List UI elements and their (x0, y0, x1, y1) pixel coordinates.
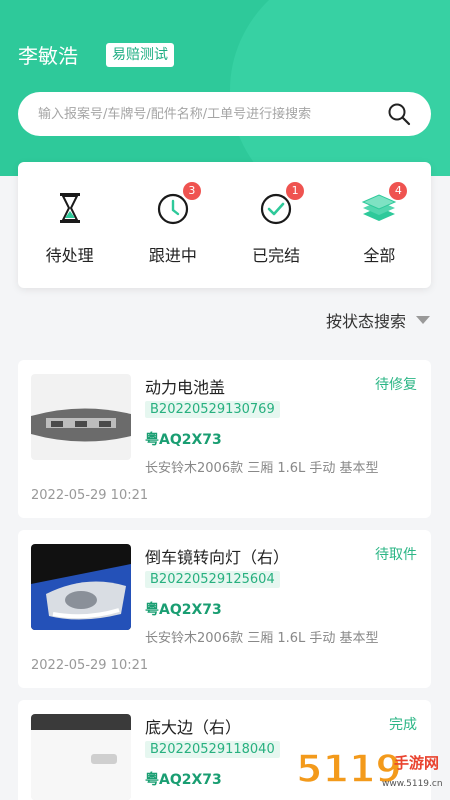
order-date: 2022-05-29 10:21 (31, 488, 149, 503)
part-image (31, 374, 131, 460)
following-badge: 3 (182, 182, 201, 200)
watermark-domain: www.5119.cn (382, 779, 443, 789)
order-number: B20220529118040 (145, 741, 280, 758)
status-following-label: 跟进中 (148, 246, 197, 265)
order-card[interactable]: 动力电池盖 待修复 B20220529130769 粤AQ2X73 长安铃木20… (18, 360, 431, 518)
part-name: 倒车镜转向灯（右） (145, 548, 290, 567)
user-name: 李敏浩 (18, 44, 78, 68)
license-plate: 粤AQ2X73 (145, 602, 222, 618)
order-status: 待取件 (375, 547, 417, 563)
part-name: 底大边（右） (145, 718, 242, 737)
order-number: B20220529130769 (145, 401, 280, 418)
order-status: 待修复 (375, 377, 417, 393)
status-all-label: 全部 (363, 246, 396, 265)
status-pending[interactable]: 待处理 (18, 162, 121, 288)
license-plate: 粤AQ2X73 (145, 432, 222, 448)
company-tag: 易赔测试 (106, 43, 174, 67)
status-completed-label: 已完结 (252, 246, 301, 265)
order-number: B20220529125604 (145, 571, 280, 588)
order-status: 完成 (389, 717, 417, 733)
vehicle-model: 长安铃木2006款 三厢 1.6L 手动 基本型 (145, 461, 379, 476)
header: 李敏浩 易赔测试 (0, 0, 450, 176)
status-following[interactable]: 3 跟进中 (121, 162, 224, 288)
status-filter-dropdown[interactable]: 按状态搜索 (326, 308, 430, 332)
license-plate: 粤AQ2X73 (145, 772, 222, 788)
completed-badge: 1 (286, 182, 305, 200)
part-image (31, 544, 131, 630)
status-filter-label: 按状态搜索 (325, 312, 406, 331)
status-tabs: 待处理 3 跟进中 1 已完结 4 全部 (18, 162, 431, 288)
order-card[interactable]: 倒车镜转向灯（右） 待取件 B20220529125604 粤AQ2X73 长安… (18, 530, 431, 688)
part-image (31, 714, 131, 800)
status-all[interactable]: 4 全部 (328, 162, 431, 288)
search-input[interactable] (38, 92, 378, 136)
vehicle-model: 长安铃木2006款 三厢 1.6L 手动 基本型 (145, 631, 379, 646)
all-badge: 4 (389, 182, 408, 200)
dropdown-arrow-icon (416, 316, 430, 324)
search-icon[interactable] (387, 102, 411, 126)
watermark-logo: 5119 手游网 www.5119.cn (295, 746, 443, 792)
header-decoration (230, 0, 450, 176)
search-bar[interactable] (18, 92, 431, 136)
order-date: 2022-05-29 10:21 (31, 658, 149, 673)
part-name: 动力电池盖 (145, 378, 226, 397)
watermark-text: 手游网 (394, 754, 439, 772)
status-pending-label: 待处理 (45, 246, 94, 265)
status-completed[interactable]: 1 已完结 (225, 162, 328, 288)
hourglass-icon (59, 193, 80, 223)
